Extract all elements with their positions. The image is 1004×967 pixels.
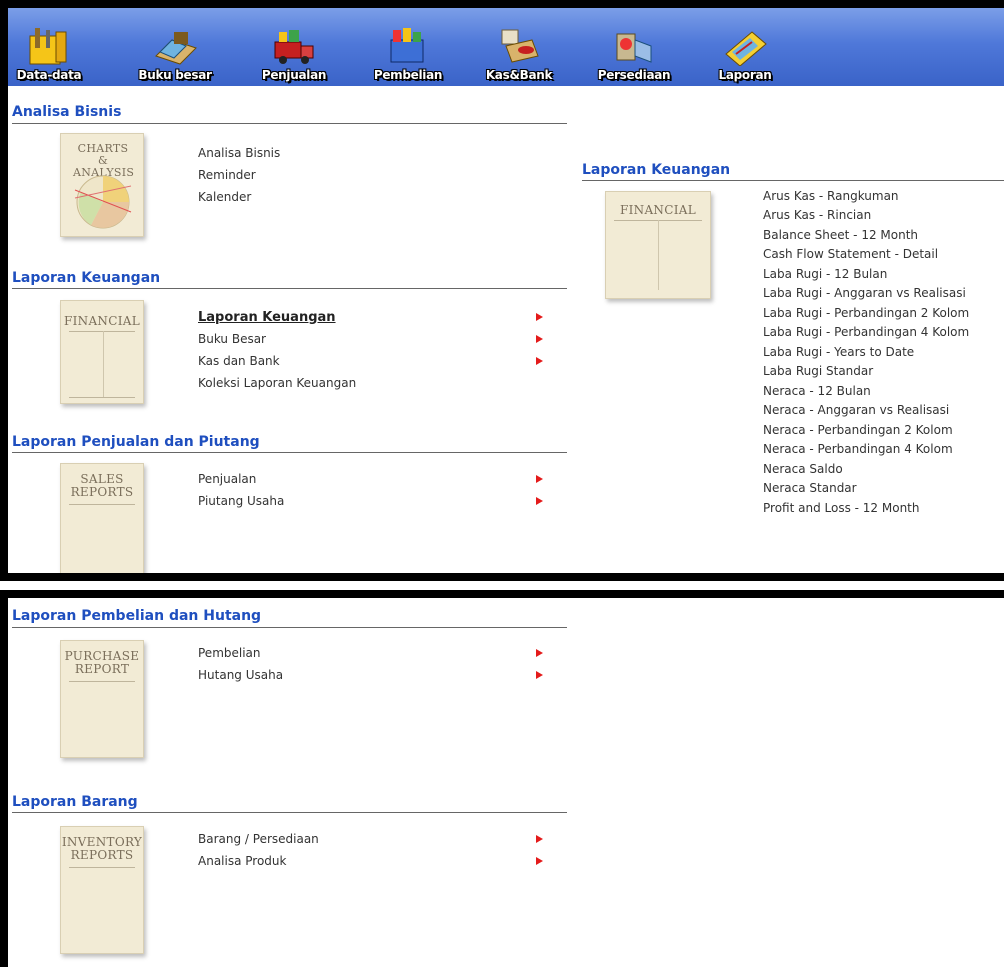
link-kalender[interactable]: Kalender: [198, 190, 251, 204]
link-piutang-usaha[interactable]: Piutang Usaha: [198, 494, 284, 508]
submenu-item[interactable]: Neraca - Perbandingan 4 Kolom: [763, 442, 953, 456]
financial-thumbnail: FINANCIAL: [605, 191, 711, 299]
purchase-report-thumbnail: PURCHASE REPORT: [60, 640, 144, 758]
main-report-panel: Data-data Buku besar Penjualan Pembelian…: [0, 0, 1004, 581]
toolbar-label: Buku besar: [138, 68, 212, 82]
thumbnail-caption: SALES: [80, 472, 124, 486]
thumbnail-caption: FINANCIAL: [620, 203, 696, 217]
thumbnail-caption: FINANCIAL: [64, 314, 140, 328]
toolbar-label: Pembelian: [373, 68, 443, 82]
link-penjualan[interactable]: Penjualan: [198, 472, 256, 486]
submenu-item[interactable]: Profit and Loss - 12 Month: [763, 501, 919, 515]
submenu-arrow-icon[interactable]: [536, 335, 543, 343]
link-barang-persediaan[interactable]: Barang / Persediaan: [198, 832, 319, 846]
toolbar-label: Penjualan: [261, 68, 327, 82]
inventory-icon: [616, 33, 652, 63]
submenu-item[interactable]: Laba Rugi Standar: [763, 364, 873, 378]
submenu-arrow-icon[interactable]: [536, 835, 543, 843]
section-title-pembelian-hutang: Laporan Pembelian dan Hutang: [12, 608, 262, 624]
submenu-item[interactable]: Neraca Standar: [763, 481, 857, 495]
thumbnail-caption: INVENTORY: [61, 835, 143, 849]
thumbnail-caption: REPORTS: [70, 485, 134, 499]
toolbar-label: Persediaan: [597, 68, 671, 82]
report-icon: [725, 31, 767, 66]
toolbar: Data-data Buku besar Penjualan Pembelian…: [8, 8, 1004, 86]
submenu-arrow-icon[interactable]: [536, 357, 543, 365]
toolbar-pembelian[interactable]: Pembelian: [370, 12, 446, 82]
link-hutang-usaha[interactable]: Hutang Usaha: [198, 668, 283, 682]
data-icon: [29, 28, 67, 65]
submenu-item[interactable]: Laba Rugi - 12 Bulan: [763, 267, 887, 281]
submenu-item[interactable]: Cash Flow Statement - Detail: [763, 247, 938, 261]
charts-analysis-thumbnail: CHARTS & ANALYSIS: [60, 133, 144, 237]
submenu-arrow-icon[interactable]: [536, 497, 543, 505]
pie-chart-icon: [74, 175, 132, 229]
toolbar-label: Data-data: [16, 68, 82, 82]
submenu-item[interactable]: Laba Rugi - Years to Date: [763, 345, 914, 359]
submenu-item[interactable]: Neraca Saldo: [763, 462, 843, 476]
link-analisa-produk[interactable]: Analisa Produk: [198, 854, 286, 868]
toolbar-persediaan[interactable]: Persediaan: [594, 12, 674, 82]
section-divider: [12, 123, 567, 124]
penjualan-links: Penjualan Piutang Usaha: [198, 468, 568, 512]
toolbar-laporan[interactable]: Laporan: [712, 12, 778, 82]
section-title-penjualan-piutang: Laporan Penjualan dan Piutang: [12, 434, 260, 450]
submenu-item[interactable]: Arus Kas - Rangkuman: [763, 189, 899, 203]
sales-reports-thumbnail: SALES REPORTS: [60, 463, 144, 573]
submenu-title: Laporan Keuangan: [582, 162, 731, 178]
submenu-item[interactable]: Arus Kas - Rincian: [763, 208, 871, 222]
toolbar-buku-besar[interactable]: Buku besar: [136, 12, 214, 82]
link-laporan-keuangan[interactable]: Laporan Keuangan: [198, 310, 336, 325]
submenu-arrow-icon[interactable]: [536, 649, 543, 657]
submenu-list: Arus Kas - Rangkuman Arus Kas - Rincian …: [763, 186, 1004, 518]
section-title-analisa-bisnis: Analisa Bisnis: [12, 104, 122, 120]
submenu-item[interactable]: Neraca - Perbandingan 2 Kolom: [763, 423, 953, 437]
section-divider: [582, 180, 1004, 181]
link-reminder[interactable]: Reminder: [198, 168, 256, 182]
thumbnail-caption: PURCHASE: [64, 649, 140, 663]
link-kas-dan-bank[interactable]: Kas dan Bank: [198, 354, 280, 368]
link-analisa-bisnis[interactable]: Analisa Bisnis: [198, 146, 280, 160]
submenu-arrow-icon[interactable]: [536, 475, 543, 483]
pembelian-links: Pembelian Hutang Usaha: [198, 642, 568, 686]
barang-links: Barang / Persediaan Analisa Produk: [198, 828, 568, 872]
submenu-arrow-icon[interactable]: [536, 671, 543, 679]
submenu-item[interactable]: Neraca - 12 Bulan: [763, 384, 871, 398]
submenu-arrow-icon[interactable]: [536, 313, 543, 321]
inventory-reports-thumbnail: INVENTORY REPORTS: [60, 826, 144, 954]
section-title-laporan-keuangan: Laporan Keuangan: [12, 270, 161, 286]
analisa-links: Analisa Bisnis Reminder Kalender: [198, 142, 568, 208]
link-koleksi-laporan-keuangan[interactable]: Koleksi Laporan Keuangan: [198, 376, 356, 390]
submenu-item[interactable]: Neraca - Anggaran vs Realisasi: [763, 403, 949, 417]
section-divider: [12, 627, 567, 628]
submenu-item[interactable]: Balance Sheet - 12 Month: [763, 228, 918, 242]
toolbar-penjualan[interactable]: Penjualan: [258, 12, 330, 82]
section-divider: [12, 812, 567, 813]
ledger-icon: [155, 32, 197, 65]
submenu-arrow-icon[interactable]: [536, 857, 543, 865]
keuangan-links: Laporan Keuangan Buku Besar Kas dan Bank…: [198, 306, 568, 394]
toolbar-data-data[interactable]: Data-data: [16, 12, 82, 82]
thumbnail-caption: REPORTS: [70, 848, 134, 862]
submenu-item[interactable]: Laba Rugi - Perbandingan 2 Kolom: [763, 306, 969, 320]
sales-truck-icon: [274, 30, 314, 64]
link-buku-besar[interactable]: Buku Besar: [198, 332, 266, 346]
section-divider: [12, 288, 567, 289]
section-divider: [12, 452, 567, 453]
submenu-item[interactable]: Laba Rugi - Perbandingan 4 Kolom: [763, 325, 969, 339]
toolbar-kas-bank[interactable]: Kas&Bank: [482, 12, 556, 82]
purchase-icon: [390, 28, 424, 63]
toolbar-label: Kas&Bank: [485, 68, 553, 82]
link-pembelian[interactable]: Pembelian: [198, 646, 261, 660]
section-title-laporan-barang: Laporan Barang: [12, 794, 138, 810]
toolbar-label: Laporan: [718, 68, 772, 82]
submenu-item[interactable]: Laba Rugi - Anggaran vs Realisasi: [763, 286, 966, 300]
cash-bank-icon: [501, 29, 539, 63]
secondary-report-panel: Laporan Pembelian dan Hutang PURCHASE RE…: [0, 590, 1004, 967]
thumbnail-caption: REPORT: [74, 662, 130, 676]
financial-thumbnail: FINANCIAL: [60, 300, 144, 404]
